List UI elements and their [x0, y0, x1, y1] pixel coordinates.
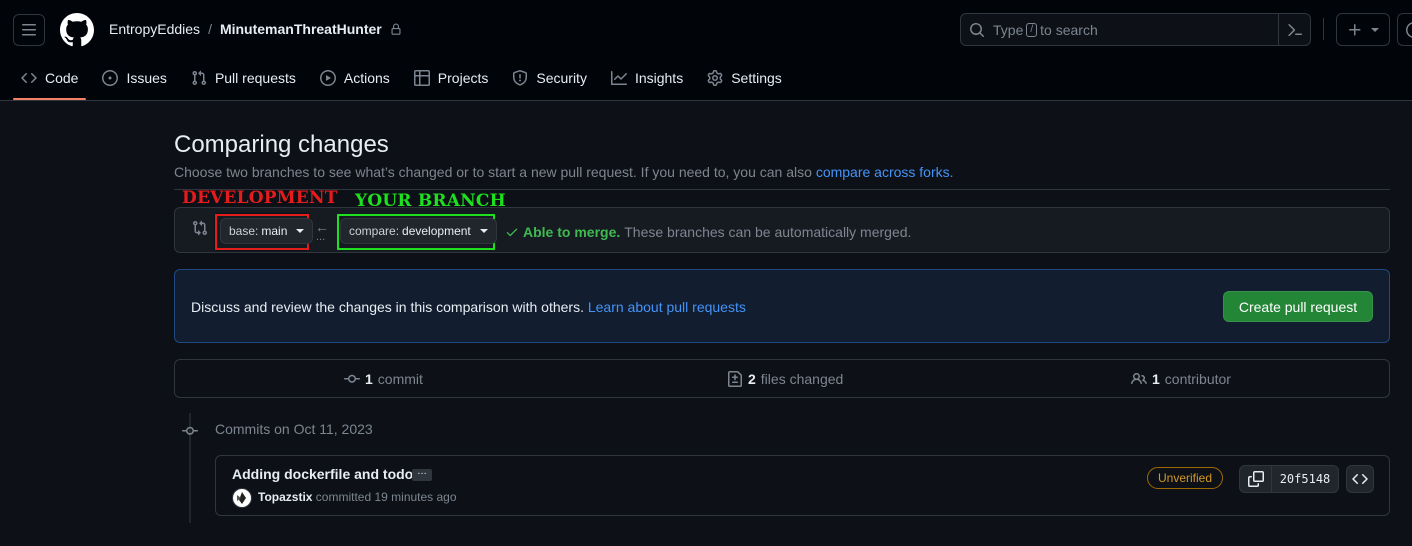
commit-sha-link[interactable]: 20f5148	[1272, 465, 1339, 493]
tab-settings[interactable]: Settings	[699, 60, 790, 96]
code-icon	[21, 72, 37, 84]
browse-repo-at-commit-button[interactable]	[1346, 465, 1374, 493]
tab-actions[interactable]: Actions	[312, 60, 398, 96]
tab-settings-label: Settings	[731, 70, 782, 86]
subtitle-text: Choose two branches to see what’s change…	[174, 164, 812, 180]
pull-request-icon	[192, 70, 206, 86]
stat-commits[interactable]: 1 commit	[344, 371, 423, 387]
shield-icon	[513, 70, 528, 86]
tab-security[interactable]: Security	[504, 60, 595, 96]
commit-icon	[344, 374, 360, 383]
search-placeholder-prefix: Type	[993, 21, 1024, 38]
range-dots: ...	[316, 231, 326, 243]
people-icon	[1131, 372, 1147, 385]
tab-code-label: Code	[45, 70, 79, 86]
gear-icon	[707, 70, 723, 86]
command-palette-icon	[1287, 23, 1302, 36]
table-icon	[413, 70, 430, 86]
commit-meta: committed 19 minutes ago	[315, 490, 457, 504]
merge-detail-text: These branches can be automatically merg…	[624, 224, 912, 240]
merge-status: Able to merge. These branches can be aut…	[505, 224, 911, 240]
code-icon	[1352, 473, 1368, 485]
commit-author[interactable]: Topazstix	[258, 490, 312, 504]
compare-branch-select[interactable]: compare: development	[340, 218, 497, 244]
commit-title-link[interactable]: Adding dockerfile and todo	[232, 466, 413, 482]
issue-icon	[1406, 22, 1412, 38]
breadcrumb-separator: /	[208, 21, 212, 37]
divider	[174, 189, 1390, 190]
breadcrumb-repo[interactable]: MinutemanThreatHunter	[220, 21, 382, 37]
annotation-development: DEVELOPMENT	[182, 188, 338, 208]
commits-label: commit	[377, 371, 423, 387]
repo-nav-tabs: Code Issues Pull requests Actions Projec…	[13, 60, 798, 101]
flash-message: Discuss and review the changes in this c…	[191, 299, 746, 315]
chevron-down-icon	[1371, 27, 1379, 32]
search-icon	[970, 22, 985, 37]
file-diff-icon	[728, 371, 742, 387]
tab-projects[interactable]: Projects	[406, 60, 497, 96]
base-prefix: base:	[229, 224, 259, 238]
copy-sha-button[interactable]	[1239, 465, 1272, 493]
issues-shortcut-button[interactable]	[1397, 13, 1412, 46]
check-icon	[506, 228, 518, 237]
create-pull-request-button[interactable]: Create pull request	[1223, 291, 1373, 322]
learn-about-pull-requests-link[interactable]: Learn about pull requests	[588, 299, 746, 315]
compare-across-forks-link[interactable]: compare across forks	[816, 164, 950, 180]
subtitle-end: .	[949, 164, 954, 180]
commit-icon	[182, 426, 198, 435]
tab-projects-label: Projects	[437, 70, 489, 86]
global-header: EntropyEddies / MinutemanThreatHunter Ty…	[0, 0, 1412, 101]
files-label: files changed	[760, 371, 844, 387]
commits-count: 1	[365, 371, 373, 387]
tab-pull-requests-label: Pull requests	[214, 70, 296, 86]
contributors-count: 1	[1152, 371, 1160, 387]
git-compare-icon	[193, 220, 208, 236]
avatar[interactable]	[232, 488, 252, 508]
hamburger-menu-button[interactable]	[13, 14, 45, 46]
tab-actions-label: Actions	[343, 70, 390, 86]
github-logo-icon[interactable]	[60, 13, 94, 47]
files-count: 2	[748, 371, 756, 387]
issue-icon	[102, 70, 119, 86]
page-title: Comparing changes	[174, 131, 389, 158]
search-input[interactable]: Type / to search	[960, 13, 1311, 46]
header-divider	[1323, 18, 1324, 40]
copy-icon	[1247, 471, 1264, 487]
base-value: main	[261, 224, 288, 238]
search-shortcut-key: /	[1026, 22, 1038, 37]
tab-security-label: Security	[536, 70, 587, 86]
chevron-down-icon	[479, 229, 488, 233]
compare-value: development	[402, 224, 471, 238]
tab-insights[interactable]: Insights	[603, 60, 691, 96]
plus-icon	[1349, 23, 1361, 35]
flash-text: Discuss and review the changes in this c…	[191, 299, 584, 315]
stat-contributors[interactable]: 1 contributor	[1131, 371, 1231, 387]
stat-files[interactable]: 2 files changed	[727, 371, 843, 387]
tab-issues[interactable]: Issues	[94, 60, 174, 96]
page-subtitle: Choose two branches to see what’s change…	[174, 164, 954, 180]
commits-date-heading: Commits on Oct 11, 2023	[215, 421, 373, 437]
merge-ok-text: Able to merge.	[523, 224, 621, 240]
tab-issues-label: Issues	[126, 70, 167, 86]
chevron-down-icon	[296, 229, 305, 233]
commit-expand-button[interactable]: …	[412, 467, 432, 481]
breadcrumb-owner[interactable]: EntropyEddies	[109, 21, 200, 37]
play-icon	[319, 70, 336, 86]
breadcrumb: EntropyEddies / MinutemanThreatHunter	[109, 21, 402, 37]
command-palette-button[interactable]	[1278, 14, 1310, 45]
base-branch-select[interactable]: base: main	[220, 218, 314, 244]
lock-icon	[391, 23, 401, 35]
hamburger-icon	[22, 24, 36, 36]
tab-code[interactable]: Code	[13, 60, 87, 100]
tab-insights-label: Insights	[634, 70, 684, 86]
graph-icon	[610, 71, 627, 85]
search-placeholder-suffix: to search	[1040, 21, 1098, 38]
unverified-badge[interactable]: Unverified	[1147, 467, 1224, 489]
compare-prefix: compare:	[349, 224, 400, 238]
contributors-label: contributor	[1164, 371, 1231, 387]
create-new-button[interactable]	[1336, 13, 1390, 46]
tab-pull-requests[interactable]: Pull requests	[183, 60, 304, 96]
commit-author-line: Topazstix committed 19 minutes ago	[258, 490, 457, 504]
avatar-image-icon	[237, 492, 246, 504]
